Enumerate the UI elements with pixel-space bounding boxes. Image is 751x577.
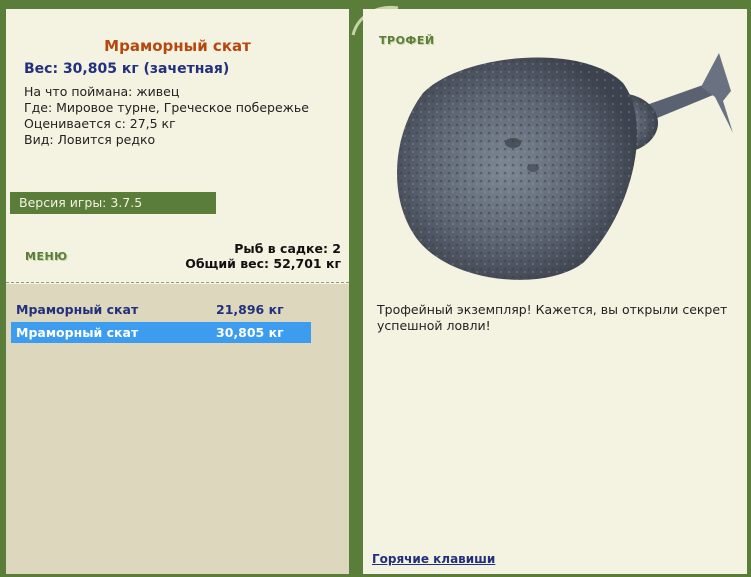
fish-location: Где: Мировое турне, Греческое побережье bbox=[24, 100, 309, 115]
fish-info-panel: Мраморный скат Вес: 30,805 кг (зачетная)… bbox=[6, 9, 349, 574]
trophy-panel: ТРОФЕЙ Трофейный экземпляр! Кажется, вы … bbox=[363, 9, 747, 574]
game-version-bar: Версия игры: 3.7.5 bbox=[10, 192, 216, 214]
list-item-name: Мраморный скат bbox=[16, 302, 139, 317]
total-weight: Общий вес: 52,701 кг bbox=[185, 256, 341, 271]
list-item[interactable]: Мраморный скат 21,896 кг bbox=[11, 299, 311, 320]
marbled-ray-image bbox=[396, 53, 733, 280]
list-item-selected[interactable]: Мраморный скат 30,805 кг bbox=[11, 322, 311, 343]
list-item-name: Мраморный скат bbox=[16, 325, 139, 340]
divider bbox=[6, 282, 349, 283]
trophy-description: Трофейный экземпляр! Кажется, вы открыли… bbox=[377, 302, 728, 333]
fish-kind: Вид: Ловится редко bbox=[24, 132, 156, 147]
fish-bait: На что поймана: живец bbox=[24, 84, 180, 99]
hotkeys-link[interactable]: Горячие клавиши bbox=[372, 552, 495, 566]
fish-name-title: Мраморный скат bbox=[104, 37, 251, 55]
catch-list: Мраморный скат 21,896 кг Мраморный скат … bbox=[6, 284, 349, 574]
fish-rated-from: Оценивается с: 27,5 кг bbox=[24, 116, 176, 131]
list-item-weight: 21,896 кг bbox=[216, 302, 284, 317]
list-item-weight: 30,805 кг bbox=[216, 325, 284, 340]
fish-weight: Вес: 30,805 кг (зачетная) bbox=[24, 61, 230, 77]
fish-count: Рыб в садке: 2 bbox=[234, 241, 341, 256]
menu-button[interactable]: МЕНЮ bbox=[25, 250, 68, 263]
